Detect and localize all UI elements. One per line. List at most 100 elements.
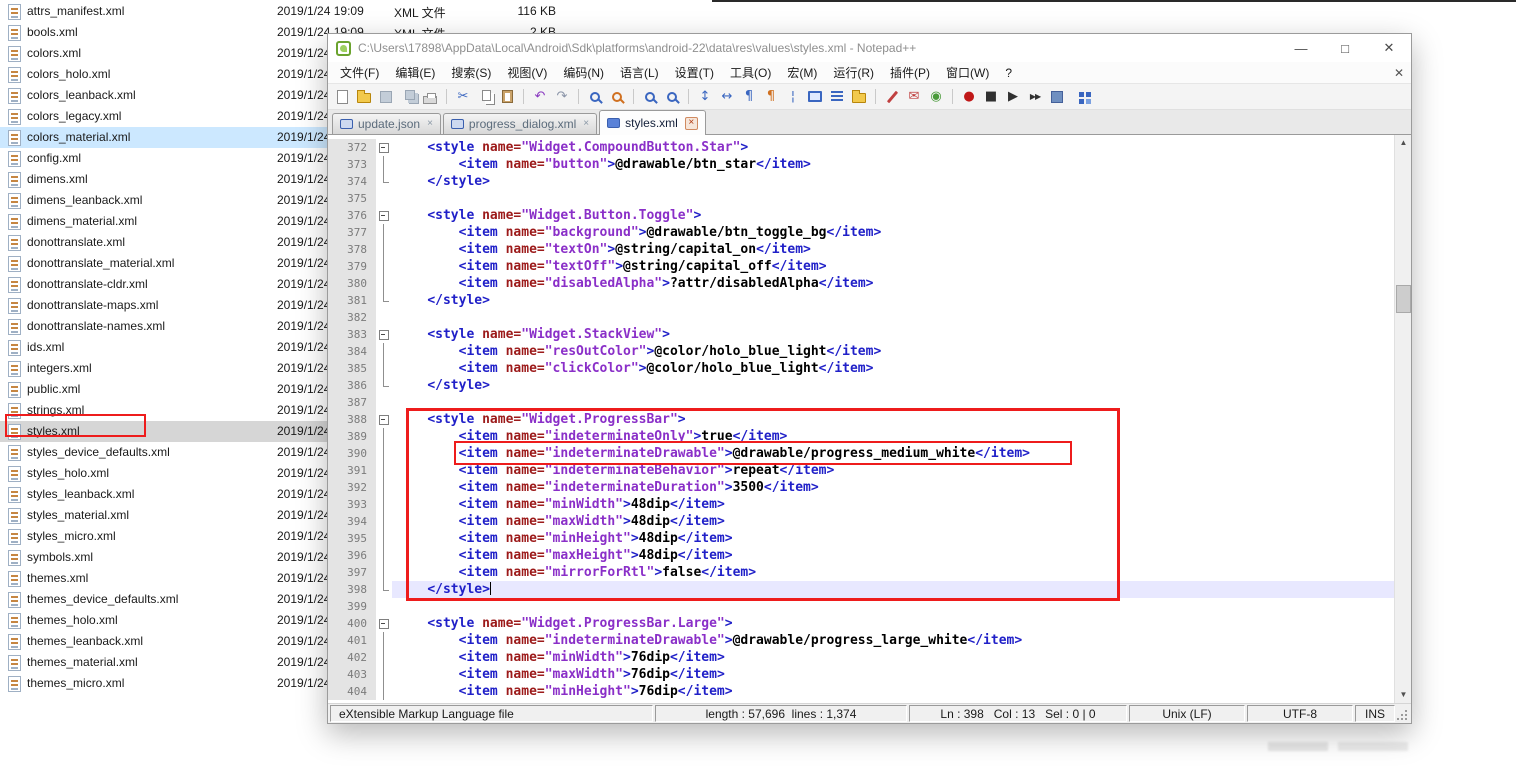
tab-update-json[interactable]: update.json × (332, 113, 441, 134)
menu-item-w[interactable]: 窗口(W) (938, 62, 997, 84)
save-all-icon[interactable] (399, 88, 417, 106)
find-icon[interactable] (586, 88, 604, 106)
scrollbar-thumb[interactable] (1396, 285, 1411, 313)
file-type: XML 文件 (394, 6, 446, 20)
file-name: dimens.xml (27, 172, 88, 186)
mail-icon[interactable]: ✉ (905, 88, 923, 106)
code-text: <item name="button">@drawable/btn_star</… (458, 157, 811, 172)
open-file-icon-shape (357, 90, 371, 103)
replace-icon[interactable] (608, 88, 626, 106)
print-icon[interactable] (421, 88, 439, 106)
editor[interactable]: 372 <style name="Widget.CompoundButton.S… (328, 135, 1411, 703)
fold-margin (376, 666, 392, 683)
macro-stop-icon[interactable]: ■ (982, 88, 1000, 106)
minimize-button[interactable]: — (1279, 34, 1323, 62)
line-number: 392 (328, 479, 376, 496)
xml-file-icon (8, 25, 21, 41)
line-number: 400 (328, 615, 376, 632)
code-text: <style name="Widget.StackView"> (427, 327, 670, 342)
file-name: styles_material.xml (27, 508, 130, 522)
zoom-out-icon[interactable] (663, 88, 681, 106)
file-name: themes_holo.xml (27, 613, 118, 627)
line-number: 385 (328, 360, 376, 377)
fold-collapse-icon[interactable] (376, 139, 392, 156)
edit-pencil-icon[interactable] (883, 88, 901, 106)
line-number: 383 (328, 326, 376, 343)
file-row[interactable]: attrs_manifest.xml 2019/1/24 19:09 XML 文件 1… (0, 1, 640, 22)
folder-as-workspace-icon-shape (852, 90, 866, 103)
paste-icon[interactable] (498, 88, 516, 106)
fold-collapse-icon[interactable] (376, 326, 392, 343)
zoom-in-icon[interactable] (641, 88, 659, 106)
document-icon (450, 119, 464, 129)
fold-margin (376, 479, 392, 496)
copy-icon[interactable] (476, 88, 494, 106)
menu-item-o[interactable]: 工具(O) (722, 62, 779, 84)
zoom-out-icon-shape (667, 91, 677, 102)
menu-item-t[interactable]: 设置(T) (667, 62, 722, 84)
notepad-plus-plus-window: C:\Users\17898\AppData\Local\Android\Sdk… (327, 33, 1412, 724)
status-eol-format[interactable]: Unix (LF) (1129, 705, 1245, 722)
new-file-icon[interactable] (333, 88, 351, 106)
code-line: 403 <item name="maxWidth">76dip</item> (328, 666, 1394, 683)
tab-close-icon[interactable]: × (427, 119, 433, 129)
resize-grip[interactable] (1397, 705, 1409, 722)
xml-file-icon (8, 382, 21, 398)
fold-collapse-icon[interactable] (376, 615, 392, 632)
code-line: 373 <item name="button">@drawable/btn_st… (328, 156, 1394, 173)
menu-item-v[interactable]: 视图(V) (499, 62, 555, 84)
menu-item-m[interactable]: 宏(M) (779, 62, 825, 84)
menu-item-?[interactable]: ? (997, 62, 1020, 84)
code-text: <item name="background">@drawable/btn_to… (458, 225, 882, 240)
menu-item-f[interactable]: 文件(F) (332, 62, 387, 84)
menu-item-l[interactable]: 语言(L) (612, 62, 667, 84)
word-wrap-icon[interactable]: ¶ (740, 88, 758, 106)
fold-collapse-icon[interactable] (376, 207, 392, 224)
scroll-down-arrow-icon[interactable]: ▼ (1395, 687, 1411, 703)
show-all-characters-icon[interactable]: ¶ (762, 88, 780, 106)
tab-styles-xml[interactable]: styles.xml × (599, 110, 706, 135)
maximize-button[interactable]: □ (1323, 34, 1367, 62)
macro-record-icon[interactable]: ● (960, 88, 978, 106)
sync-horizontal-icon[interactable]: ↔ (718, 88, 736, 106)
menu-item-n[interactable]: 编码(N) (555, 62, 612, 84)
menu-item-e[interactable]: 编辑(E) (387, 62, 443, 84)
line-number: 378 (328, 241, 376, 258)
menu-close-button[interactable]: ✕ (1387, 66, 1411, 80)
cut-icon[interactable]: ✂ (454, 88, 472, 106)
status-encoding[interactable]: UTF-8 (1247, 705, 1353, 722)
close-button[interactable]: ✕ (1367, 34, 1411, 62)
macro-play-icon[interactable]: ▶ (1004, 88, 1022, 106)
code-line: 400 <style name="Widget.ProgressBar.Larg… (328, 615, 1394, 632)
menu-item-p[interactable]: 插件(P) (882, 62, 938, 84)
plugins-icon[interactable] (1070, 88, 1088, 106)
fold-collapse-icon[interactable] (376, 411, 392, 428)
menu-item-s[interactable]: 搜索(S) (443, 62, 499, 84)
tab-close-icon[interactable]: × (684, 116, 698, 130)
function-list-icon[interactable] (828, 88, 846, 106)
redo-icon[interactable]: ↷ (553, 88, 571, 106)
xml-file-icon (8, 67, 21, 83)
scroll-up-arrow-icon[interactable]: ▲ (1395, 135, 1411, 151)
macro-run-multiple-icon[interactable]: ▶▶ (1026, 88, 1044, 106)
open-file-icon[interactable] (355, 88, 373, 106)
fold-margin (376, 513, 392, 530)
folder-as-workspace-icon[interactable] (850, 88, 868, 106)
undo-icon[interactable]: ↶ (531, 88, 549, 106)
indent-guide-icon[interactable]: ¦ (784, 88, 802, 106)
document-map-icon[interactable] (806, 88, 824, 106)
xml-file-icon (8, 655, 21, 671)
save-macro-icon[interactable] (1048, 88, 1066, 106)
file-name: donottranslate-maps.xml (27, 298, 159, 312)
sync-vertical-icon[interactable]: ↕ (696, 88, 714, 106)
menu-item-r[interactable]: 运行(R) (825, 62, 882, 84)
vertical-scrollbar[interactable]: ▲ ▼ (1394, 135, 1411, 703)
tab-progress_dialog-xml[interactable]: progress_dialog.xml × (442, 113, 598, 134)
xml-file-icon (8, 361, 21, 377)
code-line: 386 </style> (328, 377, 1394, 394)
tab-close-icon[interactable]: × (583, 119, 589, 129)
xml-file-icon (8, 214, 21, 230)
view-eye-icon[interactable]: ◉ (927, 88, 945, 106)
save-icon[interactable] (377, 88, 395, 106)
status-insert-mode[interactable]: INS (1355, 705, 1395, 722)
